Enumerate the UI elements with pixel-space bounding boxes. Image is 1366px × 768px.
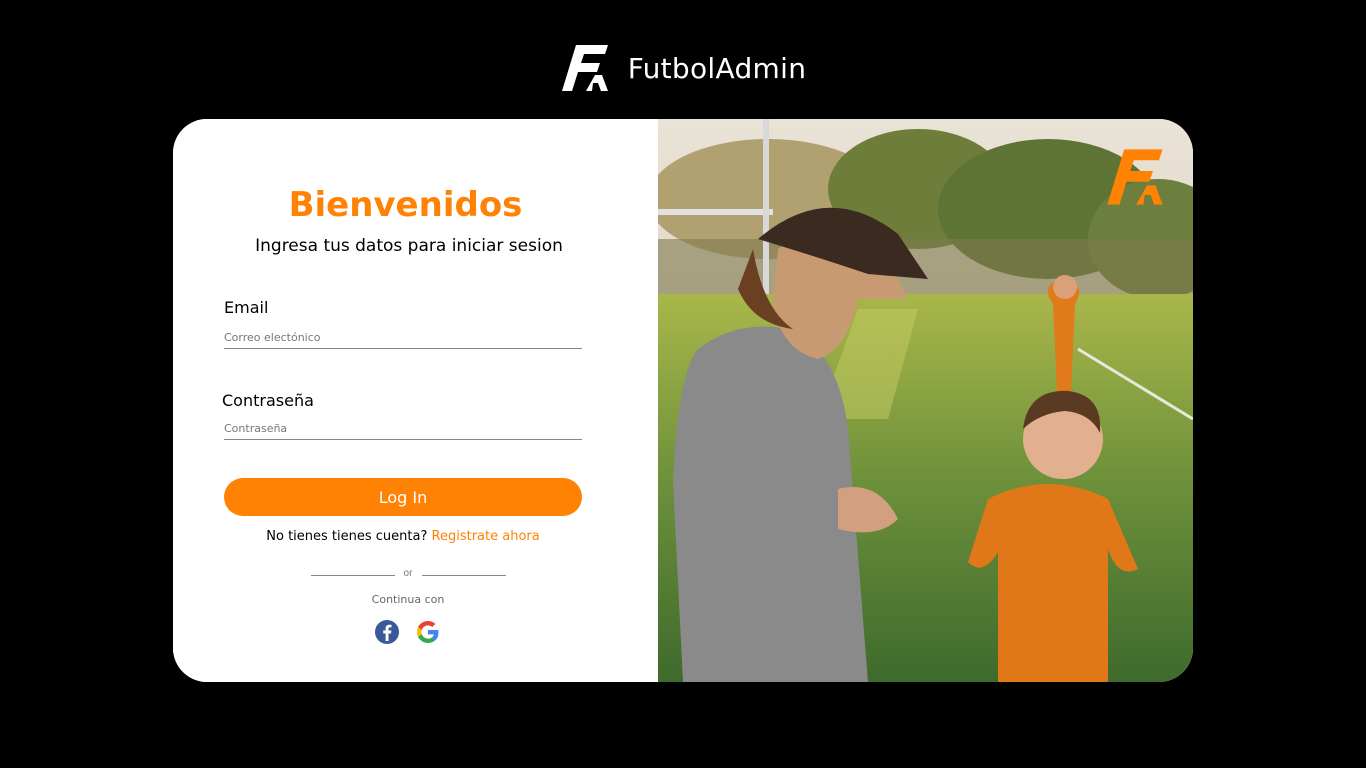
or-text: or: [403, 568, 413, 579]
login-button[interactable]: Log In: [224, 478, 582, 516]
divider-right: [422, 575, 506, 576]
fa-logo-icon: [561, 45, 608, 91]
fa-logo-icon: [1107, 149, 1163, 205]
register-prompt: No tienes tienes cuenta? Registrate ahor…: [173, 529, 633, 544]
google-icon[interactable]: [415, 619, 441, 645]
divider-left: [311, 575, 395, 576]
login-card: Bienvenidos Ingresa tus datos para inici…: [173, 119, 1193, 682]
register-link[interactable]: Registrate ahora: [432, 529, 540, 544]
password-label: Contraseña: [222, 391, 314, 410]
email-field[interactable]: [224, 326, 582, 349]
page-subtitle: Ingresa tus datos para iniciar sesion: [255, 236, 563, 256]
no-account-text: No tienes tienes cuenta?: [266, 529, 428, 544]
hero-image: [658, 119, 1193, 682]
brand-name: FutbolAdmin: [627, 51, 807, 85]
facebook-icon[interactable]: [374, 619, 400, 645]
continue-with-text: Continua con: [371, 593, 445, 606]
email-label: Email: [224, 298, 269, 317]
page-title: Bienvenidos: [288, 185, 523, 225]
password-field[interactable]: [224, 417, 582, 440]
login-panel: Bienvenidos Ingresa tus datos para inici…: [173, 119, 658, 682]
app-header: FutbolAdmin: [0, 40, 1366, 96]
